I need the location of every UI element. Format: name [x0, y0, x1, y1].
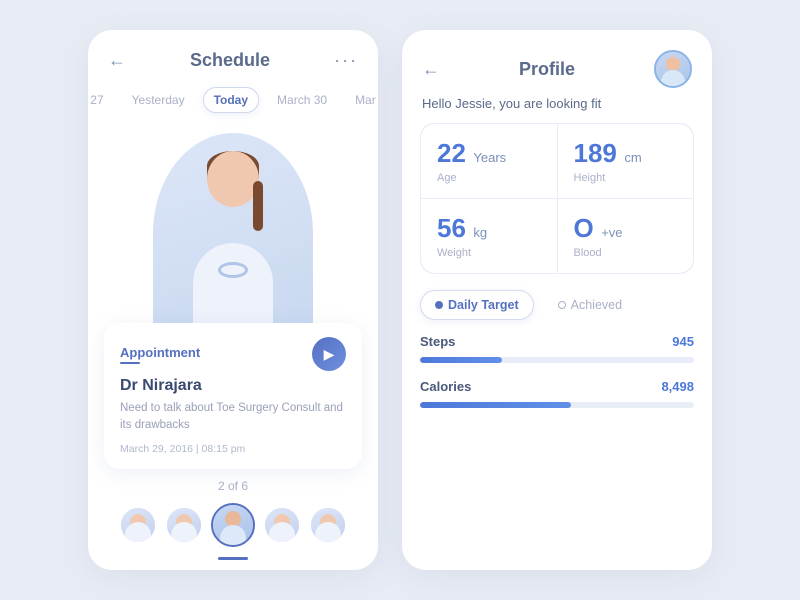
steps-bar-fill	[420, 357, 502, 363]
stat-weight-label: Weight	[437, 247, 541, 259]
profile-card: ← Profile Hello Jessie, you are looking …	[402, 30, 712, 570]
tab-achieved[interactable]: Achieved	[544, 290, 636, 320]
profile-title: Profile	[440, 59, 654, 80]
date-tab-mar30[interactable]: March 30	[267, 88, 337, 112]
calories-header: Calories 8,498	[420, 379, 694, 394]
profile-avatar[interactable]	[654, 50, 692, 88]
stat-blood-label: Blood	[574, 247, 678, 259]
calories-metric: Calories 8,498	[420, 379, 694, 408]
appointment-description: Need to talk about Toe Surgery Consult a…	[120, 400, 346, 435]
stat-weight-unit: kg	[473, 225, 487, 240]
profile-header: ← Profile	[402, 30, 712, 96]
avatar-5[interactable]	[309, 506, 347, 544]
calories-bar-bg	[420, 402, 694, 408]
steps-metric: Steps 945	[420, 334, 694, 363]
daily-target-dot	[435, 301, 443, 309]
doctor-stethoscope	[218, 262, 248, 278]
stat-height-unit: cm	[624, 150, 641, 165]
appointment-card: Appointment ▶ Dr Nirajara Need to talk a…	[104, 323, 362, 469]
stat-blood-unit: +ve	[601, 225, 622, 240]
stat-age-value: 22	[437, 138, 466, 168]
calories-label: Calories	[420, 379, 471, 394]
stat-age-label: Age	[437, 172, 541, 184]
avatar-2[interactable]	[165, 506, 203, 544]
date-tabs: 27 Yesterday Today March 30 Mar	[88, 81, 378, 123]
avatar-1[interactable]	[119, 506, 157, 544]
appointment-label: Appointment	[120, 345, 200, 364]
achieved-dot	[558, 301, 566, 309]
date-tab-today[interactable]: Today	[203, 87, 259, 113]
doctor-figure	[153, 133, 313, 333]
stats-grid: 22 Years Age 189 cm Height 56 kg Weight	[420, 123, 694, 274]
appointment-header: Appointment ▶	[120, 337, 346, 371]
date-tab-mar[interactable]: Mar	[345, 88, 378, 112]
schedule-back-arrow[interactable]: ←	[108, 50, 126, 71]
calories-bar-fill	[420, 402, 571, 408]
tab-daily-target[interactable]: Daily Target	[420, 290, 534, 320]
target-tabs: Daily Target Achieved	[402, 290, 712, 334]
avatar-4[interactable]	[263, 506, 301, 544]
avatar-row	[119, 503, 347, 547]
profile-back-arrow[interactable]: ←	[422, 59, 440, 80]
doctor-image-area	[88, 123, 378, 333]
video-icon: ▶	[324, 346, 335, 363]
steps-header: Steps 945	[420, 334, 694, 349]
greeting-text: Hello Jessie, you are looking fit	[402, 96, 712, 123]
stat-blood-value: O	[574, 213, 594, 243]
achieved-label: Achieved	[571, 298, 622, 312]
appointment-doctor-name: Dr Nirajara	[120, 377, 346, 395]
metrics-section: Steps 945 Calories 8,498	[402, 334, 712, 570]
schedule-header: ← Schedule ···	[88, 30, 378, 81]
calories-value: 8,498	[661, 379, 694, 394]
schedule-card: ← Schedule ··· 27 Yesterday Today March …	[88, 30, 378, 570]
schedule-more-button[interactable]: ···	[334, 50, 358, 71]
stat-weight-value: 56	[437, 213, 466, 243]
doctor-braid	[253, 181, 263, 231]
stat-height: 189 cm Height	[558, 124, 694, 198]
stat-height-label: Height	[574, 172, 678, 184]
appointment-datetime: March 29, 2016 | 08:15 pm	[120, 443, 346, 455]
date-tab-yesterday[interactable]: Yesterday	[122, 88, 195, 112]
schedule-footer: 2 of 6	[88, 469, 378, 568]
schedule-title: Schedule	[126, 50, 334, 71]
doctor-head	[207, 151, 259, 207]
pagination-text: 2 of 6	[218, 479, 248, 493]
stat-age: 22 Years Age	[421, 124, 557, 198]
stat-age-unit: Years	[473, 150, 506, 165]
daily-target-label: Daily Target	[448, 298, 519, 312]
steps-value: 945	[672, 334, 694, 349]
steps-label: Steps	[420, 334, 455, 349]
doctor-body	[193, 243, 273, 333]
stat-height-value: 189	[574, 138, 617, 168]
stat-blood: O +ve Blood	[558, 199, 694, 273]
bottom-progress-indicator	[218, 557, 248, 560]
steps-bar-bg	[420, 357, 694, 363]
avatar-3-active[interactable]	[211, 503, 255, 547]
date-tab-27[interactable]: 27	[88, 88, 114, 112]
doctor-avatar-large	[153, 133, 313, 333]
appointment-video-button[interactable]: ▶	[312, 337, 346, 371]
stat-weight: 56 kg Weight	[421, 199, 557, 273]
